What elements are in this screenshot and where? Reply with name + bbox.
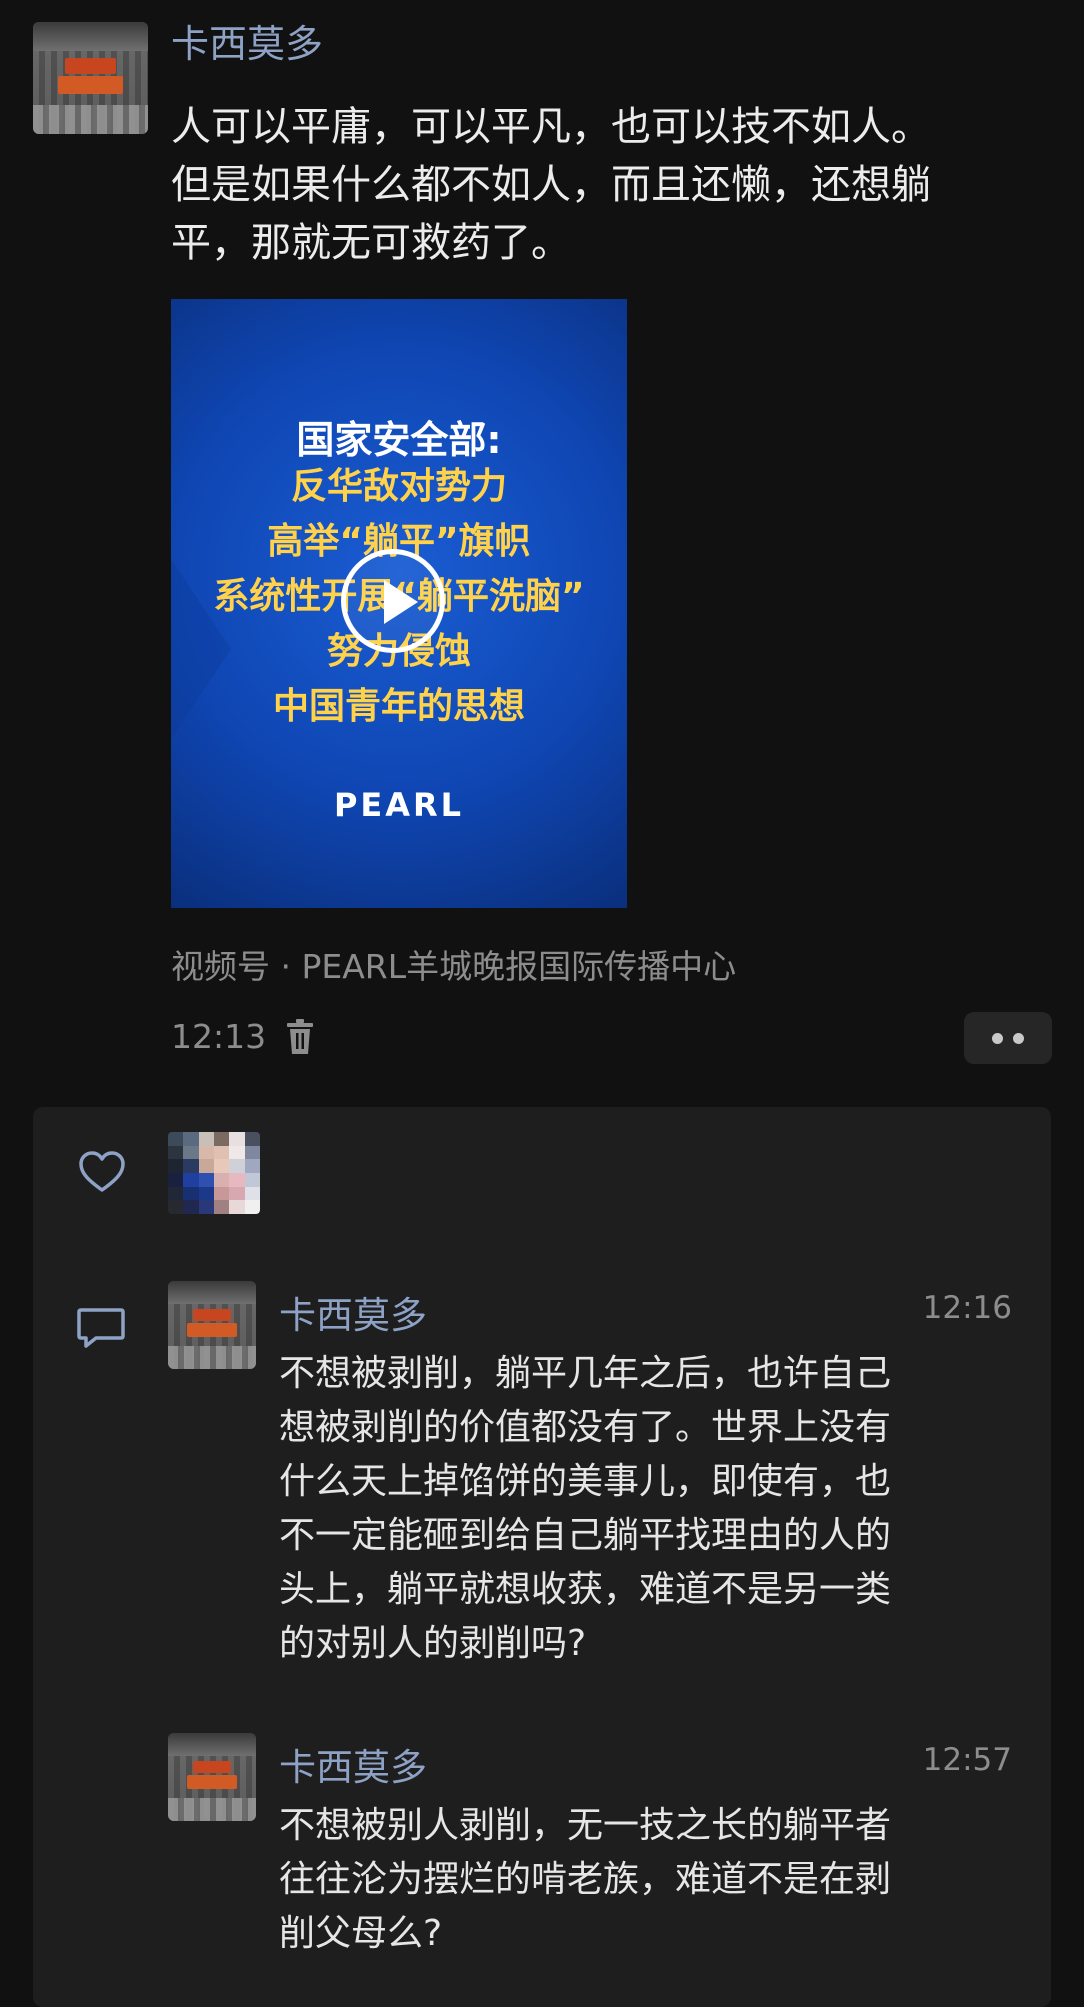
play-icon[interactable] <box>341 549 445 653</box>
video-card[interactable]: 国家安全部: 反华敌对势力 高举“躺平”旗帜 系统性开展“躺平洗脑” 努力侵蚀 … <box>171 299 627 908</box>
comment-author[interactable]: 卡西莫多 <box>279 1737 427 1791</box>
comment-time: 12:16 <box>922 1290 1012 1326</box>
avatar-base <box>33 104 148 134</box>
avatar-roof <box>168 1281 256 1304</box>
comment-time: 12:57 <box>922 1742 1012 1778</box>
avatar-sign <box>192 1309 232 1322</box>
video-source-link[interactable]: 视频号 · PEARL羊城晚报国际传播中心 <box>171 940 736 988</box>
video-headline-title: 国家安全部: <box>296 418 502 462</box>
comment-text[interactable]: 不想被别人剥削，无一技之长的躺平者 往往沦为摆烂的啃老族，难道不是在剥 削父母么… <box>279 1799 999 1961</box>
avatar-base <box>168 1798 256 1821</box>
liker-avatar[interactable] <box>168 1132 260 1214</box>
comment-avatar[interactable] <box>168 1733 256 1821</box>
comment-author[interactable]: 卡西莫多 <box>279 1285 427 1339</box>
post-author-name[interactable]: 卡西莫多 <box>171 22 323 68</box>
post-author-avatar[interactable] <box>33 22 148 134</box>
comment-text[interactable]: 不想被剥削，躺平几年之后，也许自己 想被剥削的价值都没有了。世界上没有 什么天上… <box>279 1347 999 1671</box>
heart-icon <box>79 1151 125 1192</box>
post-time: 12:13 <box>171 1017 267 1056</box>
comment-avatar[interactable] <box>168 1281 256 1369</box>
video-brand: PEARL <box>333 786 465 824</box>
video-headline-line: 中国青年的思想 <box>272 686 525 727</box>
avatar-sign <box>65 57 116 74</box>
more-dot <box>992 1033 1003 1044</box>
post-text: 人可以平庸，可以平凡，也可以技不如人。 但是如果什么都不如人，而且还懒，还想躺 … <box>171 104 931 266</box>
avatar-sign <box>192 1761 232 1774</box>
more-dot <box>1013 1033 1024 1044</box>
avatar-roof <box>168 1733 256 1756</box>
video-headline-line: 反华敌对势力 <box>290 466 507 507</box>
play-triangle <box>384 580 418 624</box>
avatar-sign <box>58 75 123 94</box>
avatar-sign <box>187 1775 237 1790</box>
avatar-sign <box>187 1323 237 1338</box>
comment-icon <box>77 1308 125 1348</box>
more-options-button[interactable] <box>964 1012 1052 1064</box>
avatar-base <box>168 1346 256 1369</box>
avatar-roof <box>33 22 148 52</box>
trash-icon[interactable] <box>286 1019 314 1055</box>
